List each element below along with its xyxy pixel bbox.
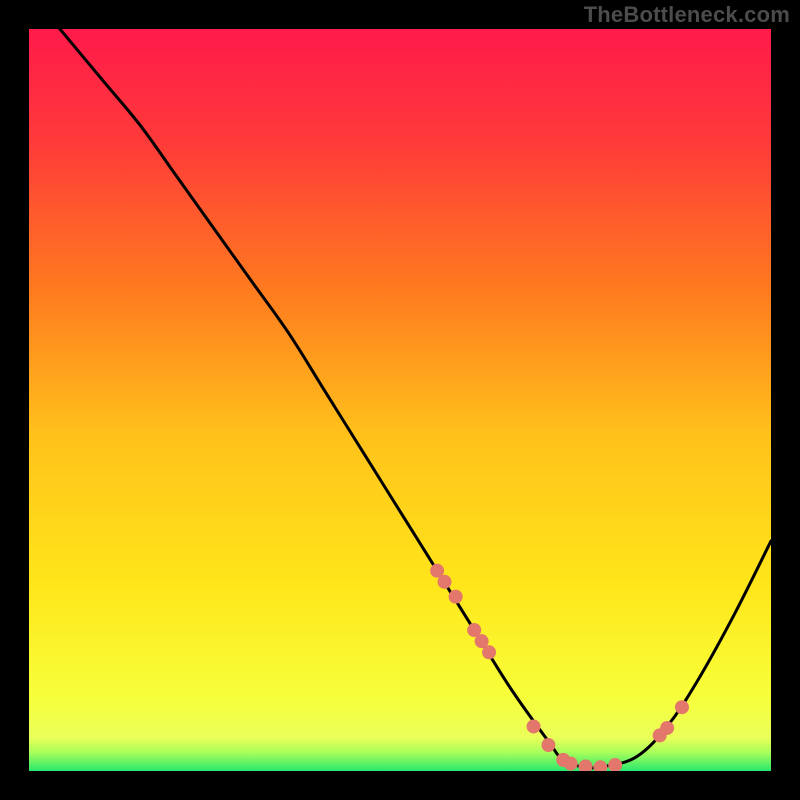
- bottleneck-chart: [29, 29, 771, 771]
- marker-point: [675, 700, 689, 714]
- marker-point: [660, 721, 674, 735]
- marker-point: [482, 645, 496, 659]
- gradient-background: [29, 29, 771, 771]
- marker-point: [449, 590, 463, 604]
- chart-frame: TheBottleneck.com: [0, 0, 800, 800]
- marker-point: [438, 575, 452, 589]
- marker-point: [564, 757, 578, 771]
- marker-point: [527, 719, 541, 733]
- plot-area: [29, 29, 771, 771]
- watermark-text: TheBottleneck.com: [584, 2, 790, 28]
- marker-point: [541, 738, 555, 752]
